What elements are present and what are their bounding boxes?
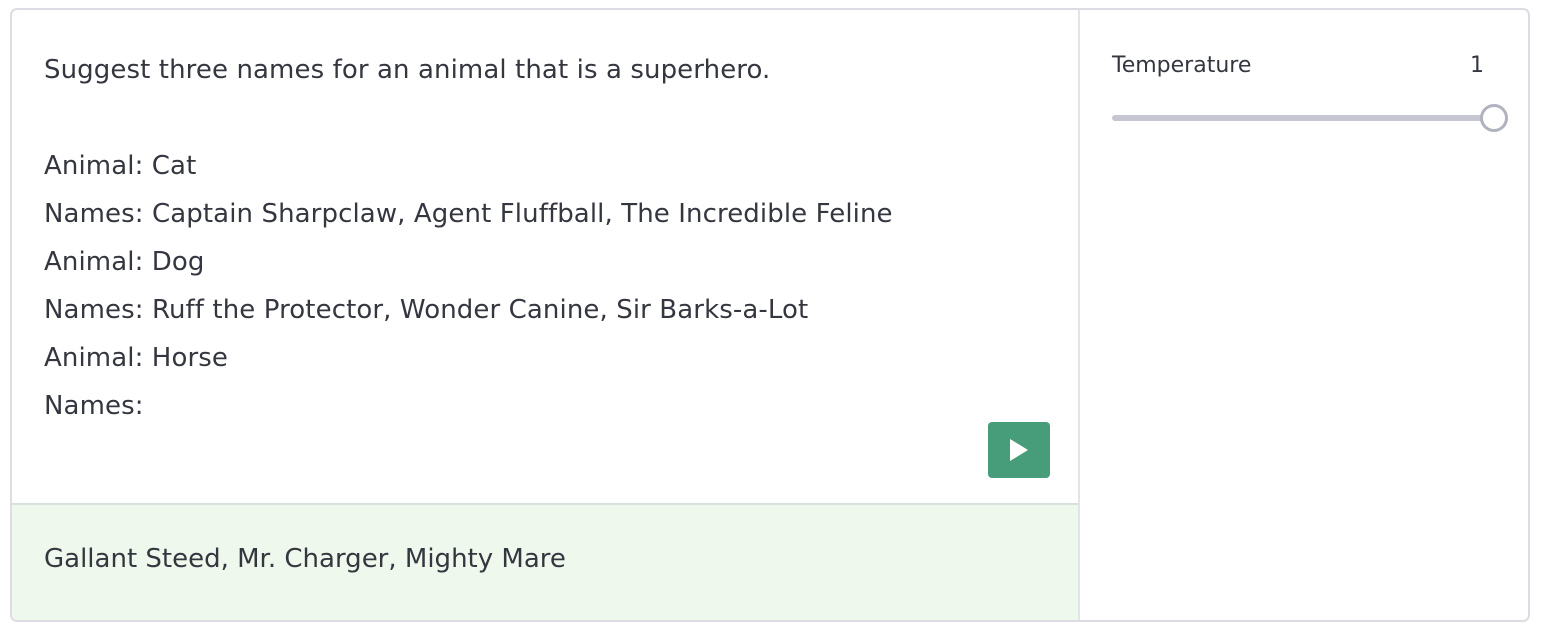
output-text: Gallant Steed, Mr. Charger, Mighty Mare: [44, 543, 566, 574]
run-button[interactable]: [988, 422, 1050, 478]
temperature-value: 1: [1470, 52, 1484, 78]
main-panel: Suggest three names for an animal that i…: [12, 10, 1080, 620]
slider-thumb[interactable]: [1480, 104, 1508, 132]
play-icon: [1010, 439, 1028, 461]
temperature-row: Temperature 1: [1112, 50, 1508, 80]
prompt-text[interactable]: Suggest three names for an animal that i…: [44, 46, 924, 430]
temperature-slider[interactable]: [1112, 104, 1508, 132]
settings-panel: Temperature 1: [1080, 10, 1528, 620]
prompt-area[interactable]: Suggest three names for an animal that i…: [12, 10, 1078, 505]
slider-track[interactable]: [1112, 115, 1496, 121]
temperature-label: Temperature: [1112, 52, 1252, 78]
output-area: Gallant Steed, Mr. Charger, Mighty Mare: [12, 505, 1078, 620]
playground-card: Suggest three names for an animal that i…: [10, 8, 1530, 622]
